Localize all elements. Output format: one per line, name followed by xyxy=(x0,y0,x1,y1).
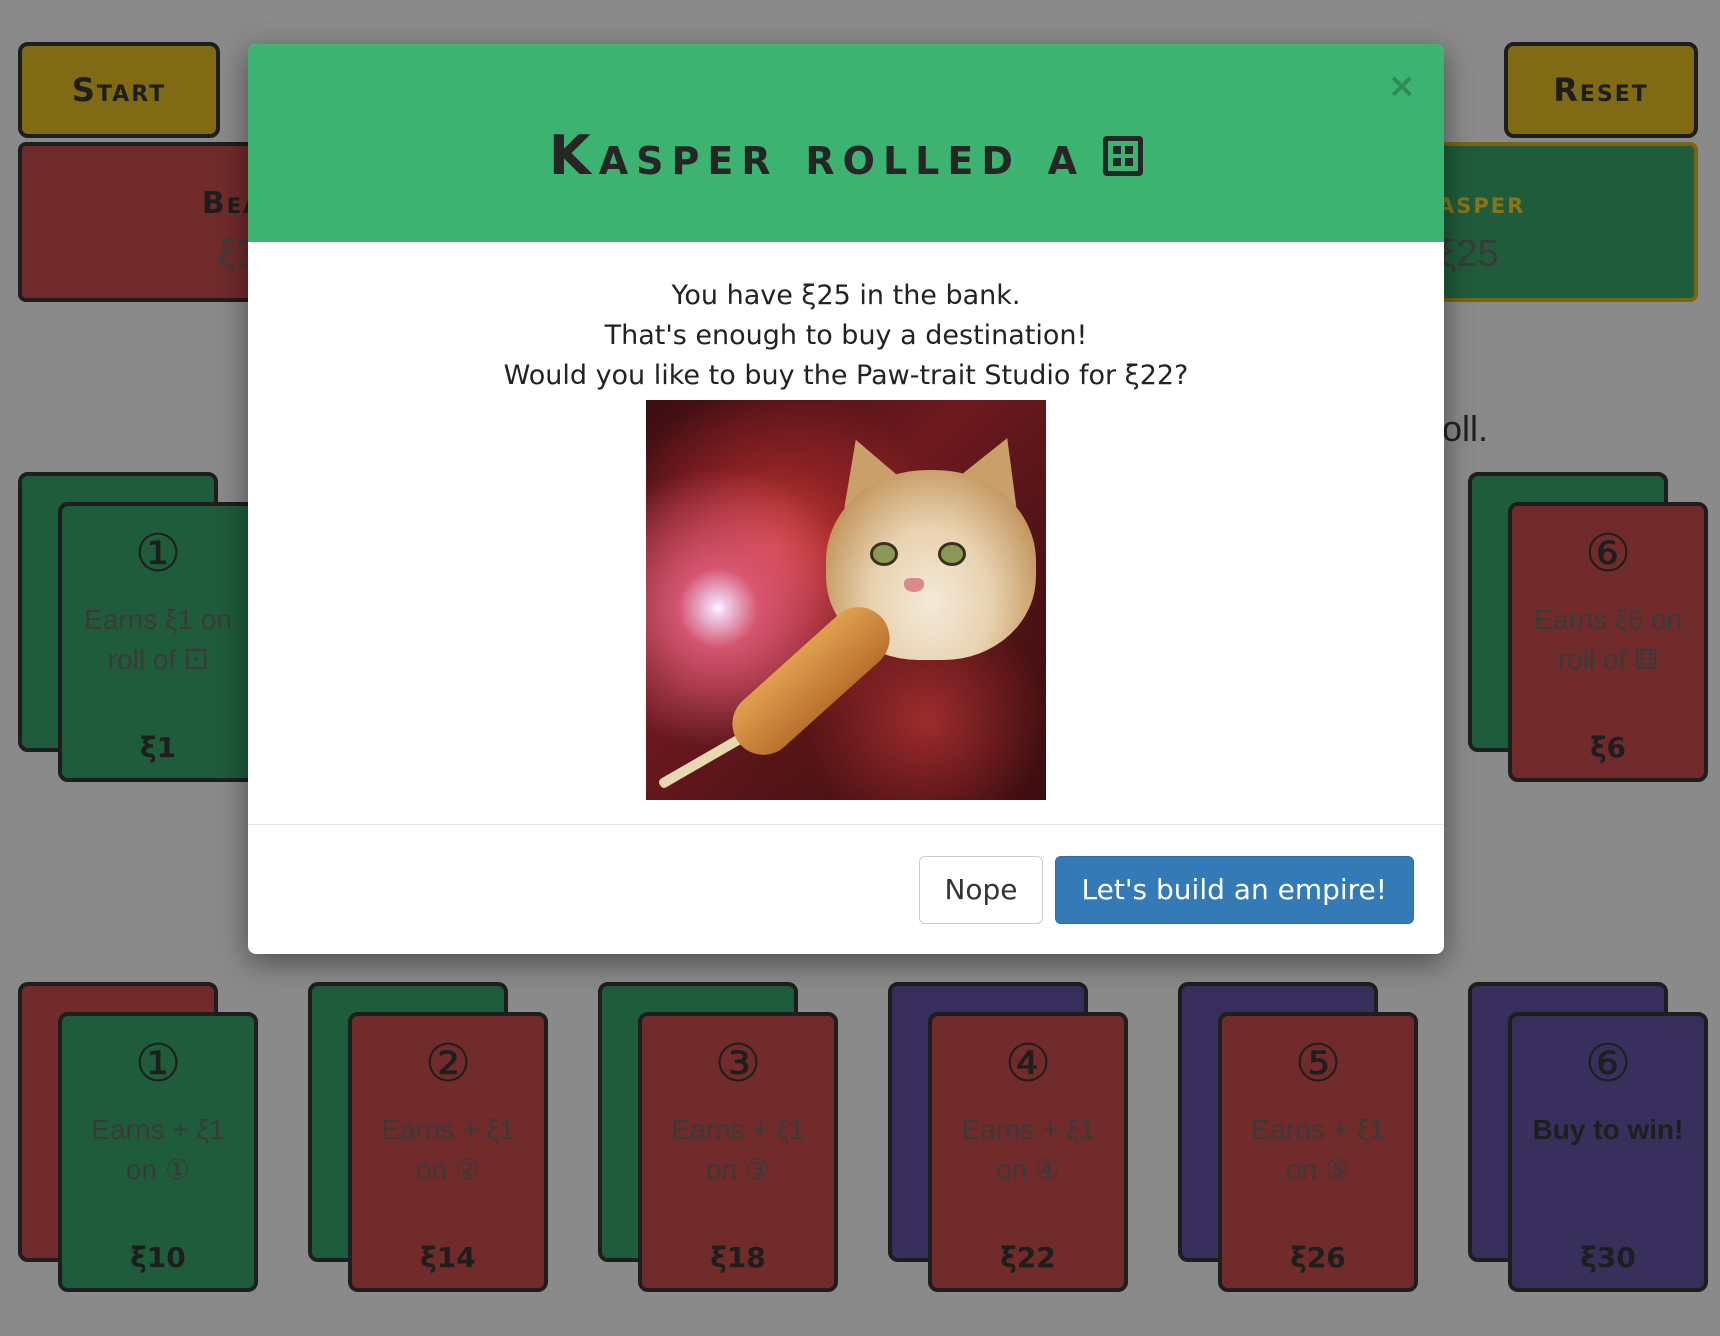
card-description: Earns ξ1 on roll of ⚀ xyxy=(84,604,232,675)
modal-title: Kasper rolled a xyxy=(549,124,1144,187)
player-card[interactable]: ⑥ Earns ξ6 on roll of ⚅ ξ6 xyxy=(1508,502,1708,782)
card-cost: ξ14 xyxy=(420,1241,476,1274)
card-description: Earns + ξ1 on ⑤ xyxy=(1251,1114,1385,1185)
nope-button[interactable]: Nope xyxy=(919,855,1043,924)
card-cost: ξ18 xyxy=(710,1241,766,1274)
market-card[interactable]: ① Earns + ξ1 on ① ξ10 xyxy=(58,1012,258,1292)
market-card[interactable]: ③ Earns + ξ1 on ③ ξ18 xyxy=(638,1012,838,1292)
card-number: ① xyxy=(134,1034,182,1094)
player-card[interactable]: ① Earns ξ1 on roll of ⚀ ξ1 xyxy=(58,502,258,782)
card-number: ⑥ xyxy=(1584,1034,1632,1094)
space-cat-image xyxy=(646,400,1046,800)
card-number: ④ xyxy=(1004,1034,1052,1094)
buy-question: Would you like to buy the Paw-trait Stud… xyxy=(503,360,1189,391)
modal-header: Kasper rolled a × xyxy=(248,44,1444,242)
card-number: ⑤ xyxy=(1294,1034,1342,1094)
card-description: Earns + ξ1 on ① xyxy=(91,1114,225,1185)
card-cost: ξ22 xyxy=(1000,1241,1056,1274)
card-description: Earns + ξ1 on ② xyxy=(381,1114,515,1185)
card-number: ① xyxy=(134,524,182,584)
market-card[interactable]: ⑤ Earns + ξ1 on ⑤ ξ26 xyxy=(1218,1012,1418,1292)
reset-button[interactable]: Reset xyxy=(1504,42,1698,138)
market-card[interactable]: ② Earns + ξ1 on ② ξ14 xyxy=(348,1012,548,1292)
card-number: ③ xyxy=(714,1034,762,1094)
build-empire-button[interactable]: Let's build an empire! xyxy=(1054,855,1414,924)
market-card[interactable]: ⑥ Buy to win! ξ30 xyxy=(1508,1012,1708,1292)
close-icon[interactable]: × xyxy=(1388,66,1417,106)
modal-footer: Nope Let's build an empire! xyxy=(248,824,1444,954)
card-description: Earns ξ6 on roll of ⚅ xyxy=(1534,604,1682,675)
card-cost: ξ30 xyxy=(1580,1241,1636,1274)
card-cost: ξ1 xyxy=(139,731,177,764)
card-description: Earns + ξ1 on ④ xyxy=(961,1114,1095,1185)
roll-result-modal: Kasper rolled a × You have ξ25 in the ba… xyxy=(248,44,1444,954)
start-button[interactable]: Start xyxy=(18,42,220,138)
card-number: ② xyxy=(424,1034,472,1094)
card-number: ⑥ xyxy=(1584,524,1632,584)
market-card[interactable]: ④ Earns + ξ1 on ④ ξ22 xyxy=(928,1012,1128,1292)
card-cost: ξ6 xyxy=(1589,731,1627,764)
enough-message: That's enough to buy a destination! xyxy=(604,320,1088,351)
modal-body: You have ξ25 in the bank. That's enough … xyxy=(248,242,1444,800)
die-four-icon xyxy=(1103,135,1144,176)
card-description: Earns + ξ1 on ③ xyxy=(671,1114,805,1185)
card-description: Buy to win! xyxy=(1532,1114,1684,1145)
bank-message: You have ξ25 in the bank. xyxy=(671,280,1021,311)
card-cost: ξ10 xyxy=(130,1241,186,1274)
card-cost: ξ26 xyxy=(1290,1241,1346,1274)
